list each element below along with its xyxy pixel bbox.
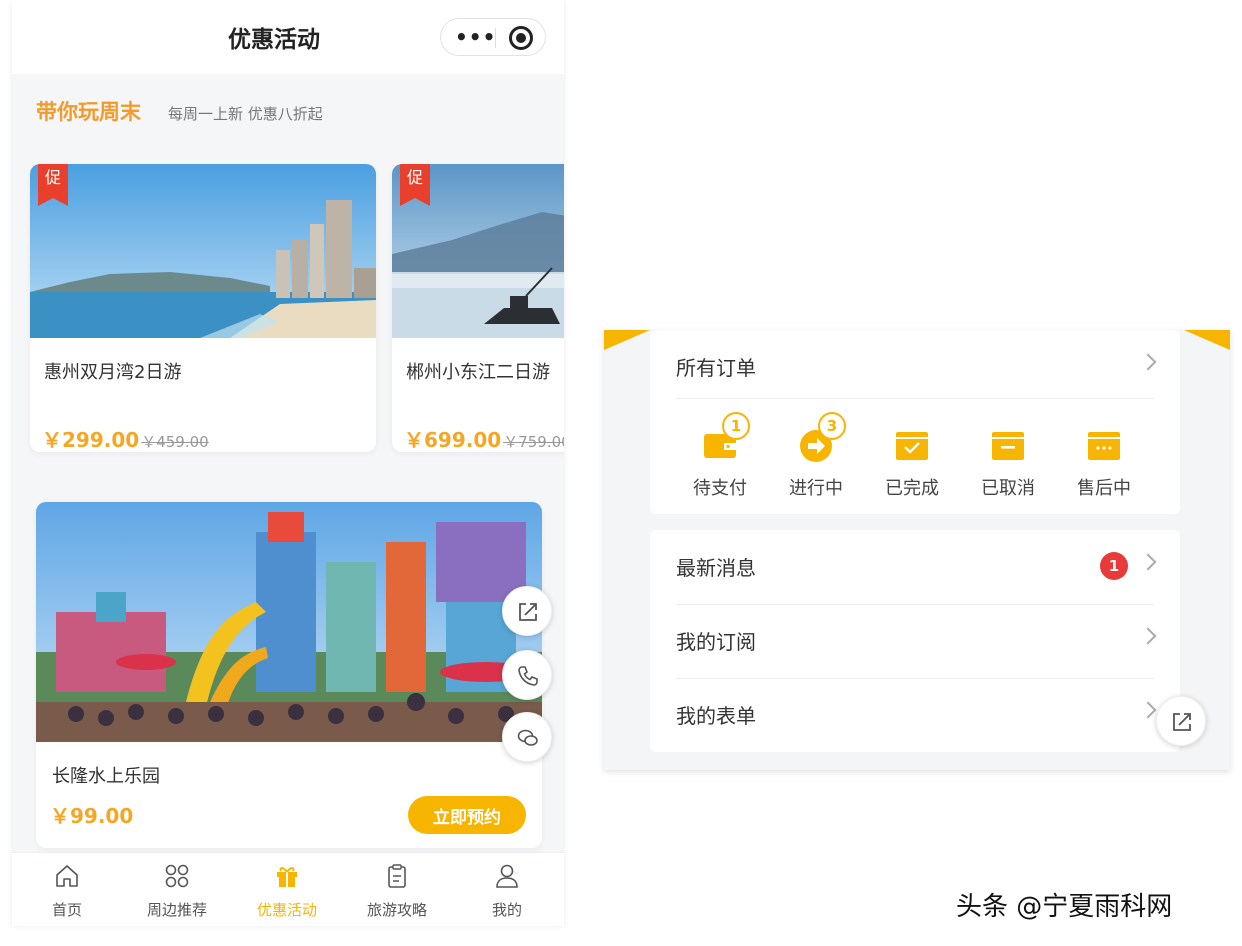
menu-item-label: 我的订阅 xyxy=(676,630,756,654)
price-row: ￥699.00 ￥759.00 xyxy=(404,424,564,452)
menu-list-box: 最新消息 1 我的订阅 我的表单 xyxy=(650,530,1180,752)
tab-label: 我的 xyxy=(491,901,522,919)
product-name: 郴州小东江二日游 xyxy=(406,362,550,383)
mini-program-capsule: ••• xyxy=(440,18,546,56)
tab-label: 旅游攻略 xyxy=(366,901,427,919)
box-minus-icon xyxy=(992,432,1024,460)
tab-label: 周边推荐 xyxy=(146,901,207,919)
product-card[interactable]: 促 惠州双月湾2日游 ￥299.00 ￥459.00 xyxy=(30,164,376,452)
promo-subtitle: 每周一上新 优惠八折起 xyxy=(168,105,323,123)
phone-float-button[interactable] xyxy=(502,650,552,700)
all-orders-row[interactable]: 所有订单 xyxy=(676,330,1157,404)
product-card[interactable]: 长隆水上乐园 ￥99.00 立即预约 xyxy=(36,502,542,848)
product-image-waterpark xyxy=(36,502,542,742)
wechat-float-button[interactable] xyxy=(502,712,552,762)
chevron-right-icon xyxy=(1139,627,1157,645)
menu-item-label: 我的表单 xyxy=(676,704,756,728)
status-label: 售后中 xyxy=(1077,478,1131,499)
status-label: 已取消 xyxy=(981,478,1035,499)
grid-icon xyxy=(165,864,189,888)
wechat-icon xyxy=(517,729,538,746)
share-float-button[interactable] xyxy=(1156,696,1206,746)
count-badge: 3 xyxy=(818,412,846,440)
gift-icon xyxy=(277,867,297,887)
phone-screen: 优惠活动 ••• 带你玩周末 每周一上新 优惠八折起 促 惠州双月湾2日游 ￥2… xyxy=(12,0,564,926)
tab-mine[interactable]: 我的 xyxy=(452,853,562,926)
promo-tag: 促 xyxy=(38,164,68,206)
product-price: ￥299.00 xyxy=(42,428,140,452)
status-label: 进行中 xyxy=(789,478,843,499)
unread-badge: 1 xyxy=(1100,552,1128,580)
order-status-in-progress[interactable]: 3 进行中 xyxy=(768,412,864,506)
product-price: ￥699.00 xyxy=(404,428,502,452)
menu-item-my-forms[interactable]: 我的表单 xyxy=(676,678,1157,752)
original-price: ￥459.00 xyxy=(141,433,209,451)
tab-home[interactable]: 首页 xyxy=(12,853,122,926)
original-price: ￥759.00 xyxy=(503,433,564,451)
product-price: ￥99.00 xyxy=(50,804,134,828)
status-label: 已完成 xyxy=(885,478,939,499)
order-status-cancelled[interactable]: 已取消 xyxy=(960,426,1056,506)
share-icon xyxy=(1173,713,1191,731)
menu-item-label: 最新消息 xyxy=(676,556,756,580)
product-name: 惠州双月湾2日游 xyxy=(44,362,182,383)
corner-decoration xyxy=(604,330,650,350)
watermark: 头条 @宁夏雨科网 xyxy=(956,892,1173,922)
clipboard-icon xyxy=(388,864,406,888)
nav-bar: 优惠活动 ••• xyxy=(12,0,564,74)
orders-box: 所有订单 1 待支付 3 进行中 已完成 已取消 售后中 xyxy=(650,330,1180,514)
order-status-completed[interactable]: 已完成 xyxy=(864,426,960,506)
product-image-beach xyxy=(30,164,376,338)
box-dots-icon xyxy=(1088,432,1120,460)
chevron-right-icon xyxy=(1139,553,1157,571)
corner-decoration xyxy=(1184,330,1230,350)
tab-bar: 首页 周边推荐 优惠活动 旅游攻略 我的 xyxy=(12,852,564,926)
chevron-right-icon xyxy=(1139,353,1157,371)
count-badge: 1 xyxy=(722,412,750,440)
divider xyxy=(676,398,1154,399)
tab-promotions[interactable]: 优惠活动 xyxy=(232,853,342,926)
tab-nearby[interactable]: 周边推荐 xyxy=(122,853,232,926)
home-icon xyxy=(56,865,78,887)
menu-item-latest-messages[interactable]: 最新消息 1 xyxy=(676,530,1157,604)
my-orders-panel: 所有订单 1 待支付 3 进行中 已完成 已取消 售后中 最新消息 1 我的订阅… xyxy=(604,330,1230,770)
chevron-right-icon xyxy=(1139,701,1157,719)
capsule-divider xyxy=(495,28,496,48)
tab-label: 首页 xyxy=(51,901,82,919)
promo-header: 带你玩周末 每周一上新 优惠八折起 xyxy=(12,74,564,140)
promo-tag: 促 xyxy=(400,164,430,206)
more-icon[interactable]: ••• xyxy=(455,27,496,47)
tab-label: 优惠活动 xyxy=(256,901,317,919)
status-label: 待支付 xyxy=(693,478,747,499)
book-now-button[interactable]: 立即预约 xyxy=(408,796,526,834)
promo-title: 带你玩周末 xyxy=(36,100,141,124)
box-check-icon xyxy=(896,432,928,460)
close-target-icon[interactable] xyxy=(509,26,533,50)
menu-item-my-subscriptions[interactable]: 我的订阅 xyxy=(676,604,1157,678)
order-status-pending-payment[interactable]: 1 待支付 xyxy=(672,412,768,506)
share-icon xyxy=(519,603,537,621)
product-name: 长隆水上乐园 xyxy=(52,766,160,787)
phone-icon xyxy=(518,666,538,686)
all-orders-label: 所有订单 xyxy=(676,356,756,380)
order-status-after-sales[interactable]: 售后中 xyxy=(1056,426,1152,506)
price-row: ￥299.00 ￥459.00 xyxy=(42,424,209,452)
user-icon xyxy=(496,864,518,888)
price-row: ￥99.00 xyxy=(50,800,133,829)
product-card[interactable]: 促 郴州小东江二日游 ￥699.00 ￥759.00 xyxy=(392,164,564,452)
share-float-button[interactable] xyxy=(502,586,552,636)
tab-travel-guide[interactable]: 旅游攻略 xyxy=(342,853,452,926)
